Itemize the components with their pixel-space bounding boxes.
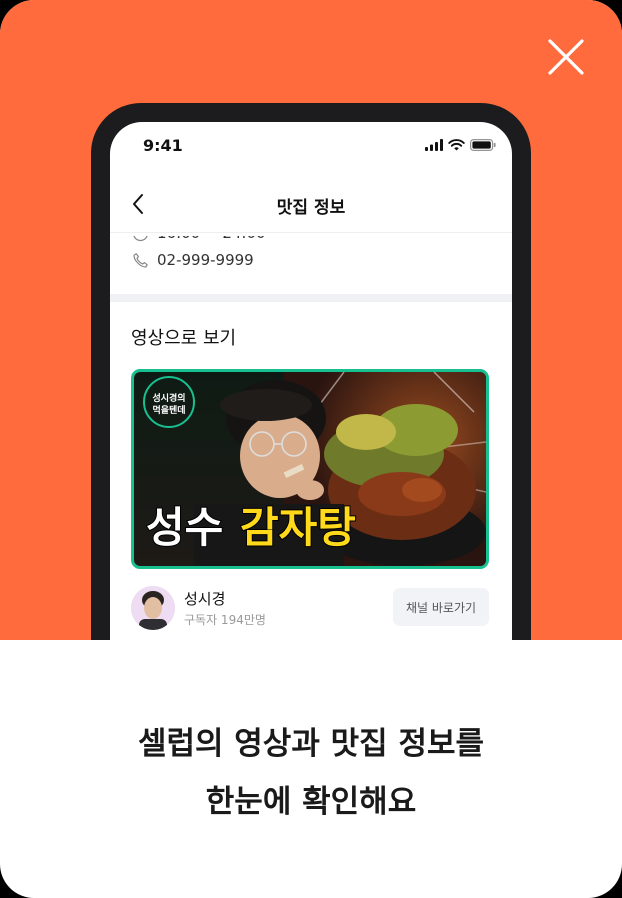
close-icon[interactable]	[546, 37, 586, 77]
section-title: 영상으로 보기	[131, 328, 237, 349]
status-icons	[425, 139, 496, 151]
status-bar: 9:41	[110, 122, 512, 172]
video-thumbnail[interactable]: 성시경의 먹을텐데 성수 감자탕	[131, 369, 489, 569]
hero-panel: 9:41 맛집 정보 16:00 ~ 24:00 02-999-9999 영상으…	[0, 0, 622, 640]
video-title-yellow: 감자탕	[240, 503, 356, 552]
phone-mockup: 9:41 맛집 정보 16:00 ~ 24:00 02-999-9999 영상으…	[91, 103, 531, 640]
channel-name: 성시경	[184, 590, 226, 608]
section-divider	[110, 294, 512, 302]
signal-icon	[425, 139, 443, 151]
video-badge-line2: 먹을텐데	[152, 404, 185, 416]
video-badge-line1: 성시경의	[152, 392, 185, 404]
page-title: 맛집 정보	[276, 198, 346, 218]
channel-row: 성시경 구독자 194만명 채널 바로가기	[131, 584, 489, 632]
wifi-icon	[448, 139, 465, 151]
battery-icon	[470, 139, 496, 151]
promo-modal: 9:41 맛집 정보 16:00 ~ 24:00 02-999-9999 영상으…	[0, 0, 622, 898]
phone-row[interactable]: 02-999-9999	[132, 251, 254, 269]
nav-bar: 맛집 정보	[110, 177, 512, 233]
channel-subscribers: 구독자 194만명	[184, 613, 266, 627]
channel-link-button[interactable]: 채널 바로가기	[393, 588, 489, 626]
caption-line1: 셀럽의 영상과 맛집 정보를	[137, 726, 485, 762]
caption-line2: 한눈에 확인해요	[205, 784, 417, 820]
phone-screen: 9:41 맛집 정보 16:00 ~ 24:00 02-999-9999 영상으…	[110, 122, 512, 640]
phone-icon	[133, 252, 148, 268]
phone-text: 02-999-9999	[157, 251, 254, 269]
avatar[interactable]	[131, 586, 175, 630]
status-time: 9:41	[143, 136, 183, 155]
video-title-white: 성수	[146, 503, 223, 552]
